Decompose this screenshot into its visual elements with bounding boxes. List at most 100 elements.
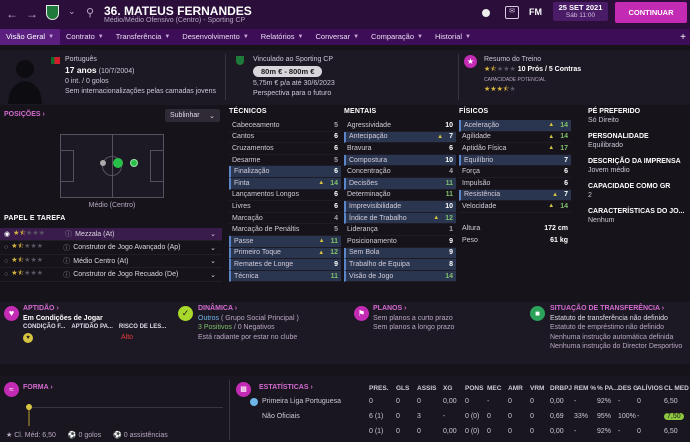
- role-radio[interactable]: ○: [4, 258, 8, 265]
- attribute-row[interactable]: Passe ▲ 11: [229, 235, 341, 248]
- stats-column-header[interactable]: ASSIS: [417, 385, 437, 392]
- attribute-row[interactable]: Aptidão Física ▲ 17: [459, 143, 571, 155]
- stats-column-header[interactable]: DES G: [618, 385, 638, 392]
- stats-cell: 92%: [597, 398, 612, 405]
- attribute-row[interactable]: Imprevisibilidade 10: [344, 201, 456, 213]
- attribute-row[interactable]: Decisões 11: [344, 177, 456, 190]
- attribute-row[interactable]: Liderança 1: [344, 224, 456, 236]
- fitness-card[interactable]: APTIDÃO › Em Condições de Jogar CONDIÇÃO…: [23, 304, 173, 343]
- attribute-row[interactable]: Força 6: [459, 166, 571, 178]
- attribute-row[interactable]: Índice de Trabalho ▲ 12: [344, 212, 456, 225]
- detail-title: CAPACIDADE COMO GR: [588, 183, 671, 190]
- physical-title: FÍSICOS: [459, 108, 489, 115]
- stats-column-header[interactable]: GLS: [396, 385, 409, 392]
- chevron-down-icon[interactable]: ⌄: [68, 6, 76, 17]
- forward-arrow-icon[interactable]: →: [26, 7, 38, 21]
- role-row[interactable]: ◉ ★⯪★★★ ⓘ Mezzala (At) ⌄: [0, 228, 222, 241]
- attribute-row[interactable]: Compostura 10: [344, 154, 456, 167]
- stats-column-header[interactable]: % PA...: [597, 385, 619, 392]
- chevron-down-icon[interactable]: ⌄: [210, 257, 216, 265]
- highlight-dropdown[interactable]: Sublinhar ⌄: [165, 109, 220, 122]
- tab-history[interactable]: Historial ▼: [429, 29, 477, 45]
- stats-column-header[interactable]: VRM: [530, 385, 544, 392]
- attribute-number: 10: [445, 121, 453, 129]
- attribute-row[interactable]: Visão de Jogo 14: [344, 270, 456, 283]
- inbox-icon[interactable]: ✉: [505, 6, 519, 19]
- role-radio[interactable]: ◉: [4, 230, 10, 238]
- attribute-row[interactable]: Posicionamento 9: [344, 236, 456, 248]
- tab-compare[interactable]: Comparação ▼: [365, 29, 429, 45]
- attribute-row[interactable]: Determinação 11: [344, 190, 456, 202]
- stats-column-header[interactable]: ALÍVIOS: [637, 385, 663, 392]
- attribute-row[interactable]: Equilíbrio 7: [459, 154, 571, 167]
- attribute-row[interactable]: Antecipação ▲ 7: [344, 131, 456, 144]
- tab-development[interactable]: Desenvolvimento ▼: [176, 29, 254, 45]
- tab-transfer[interactable]: Transferência ▼: [110, 29, 177, 45]
- fm-logo[interactable]: FM: [529, 7, 542, 17]
- attribute-row[interactable]: Finta ▲ 14: [229, 177, 341, 190]
- stats-competition[interactable]: Não Oficiais: [262, 413, 300, 420]
- chevron-down-icon[interactable]: ⌄: [210, 244, 216, 252]
- club-crest-icon[interactable]: [46, 5, 59, 20]
- attribute-row[interactable]: Livres 6: [229, 201, 341, 213]
- stats-column-header[interactable]: REM %: [574, 385, 596, 392]
- chevron-down-icon[interactable]: ⌄: [210, 230, 216, 238]
- attribute-row[interactable]: Agilidade ▲ 14: [459, 132, 571, 144]
- attribute-name: Impulsão: [462, 179, 491, 187]
- attribute-row[interactable]: Bravura 6: [344, 143, 456, 155]
- role-radio[interactable]: ○: [4, 244, 8, 251]
- stats-column-header[interactable]: PRES.: [369, 385, 389, 392]
- attribute-row[interactable]: Lançamentos Longos 6: [229, 190, 341, 202]
- attribute-row[interactable]: Resistência ▲ 7: [459, 189, 571, 202]
- stats-column-header[interactable]: AMR: [508, 385, 523, 392]
- attribute-row[interactable]: Velocidade ▲ 14: [459, 201, 571, 213]
- role-row[interactable]: ○ ★⯪★★★ ⓘ Construtor de Jogo Avançado (Ap) ⌄: [0, 242, 222, 255]
- attribute-number: 9: [449, 249, 453, 257]
- role-row[interactable]: ○ ★⯪★★★ ⓘ Médio Centro (At) ⌄: [0, 255, 222, 268]
- stats-column-header[interactable]: CL MED: [664, 385, 689, 392]
- attribute-row[interactable]: Sem Bola 9: [344, 247, 456, 260]
- attribute-row[interactable]: Cantos 6: [229, 132, 341, 144]
- arrow-up-icon: ▲: [437, 133, 444, 140]
- attribute-row[interactable]: Remates de Longe 9: [229, 259, 341, 271]
- tab-contract[interactable]: Contrato ▼: [60, 29, 110, 45]
- stats-column-header[interactable]: XG: [443, 385, 452, 392]
- tab-overview[interactable]: Visão Geral ▼: [0, 29, 61, 45]
- attribute-row[interactable]: Concentração 4: [344, 166, 456, 178]
- attribute-row[interactable]: Aceleração ▲ 14: [459, 120, 571, 132]
- continue-button[interactable]: CONTINUAR: [615, 2, 687, 23]
- club-badge-icon[interactable]: [480, 7, 492, 19]
- tab-reports[interactable]: Relatórios ▼: [255, 29, 310, 45]
- attribute-row[interactable]: Finalização 6: [229, 166, 341, 178]
- add-icon[interactable]: +: [680, 32, 686, 43]
- attribute-row[interactable]: Marcação de Penáltis 5: [229, 224, 341, 236]
- chevron-down-icon[interactable]: ⌄: [210, 271, 216, 279]
- positions-title[interactable]: POSIÇÕES ›: [4, 111, 45, 118]
- search-icon[interactable]: ⚲: [86, 6, 94, 19]
- attribute-row[interactable]: Desarme 5: [229, 155, 341, 167]
- back-arrow-icon[interactable]: ←: [6, 7, 18, 21]
- attribute-row[interactable]: Cabeceamento 5: [229, 120, 341, 132]
- stats-competition[interactable]: Primeira Liga Portuguesa: [262, 398, 341, 405]
- stats-title[interactable]: ESTATÍSTICAS ›: [259, 384, 313, 391]
- attribute-number: 14: [330, 179, 338, 187]
- role-radio[interactable]: ○: [4, 271, 8, 278]
- plans-card[interactable]: PLANOS › Sem planos a curto prazo Sem pl…: [373, 304, 523, 333]
- attribute-row[interactable]: Agressividade 10: [344, 120, 456, 132]
- dynamics-card[interactable]: DINÂMICA › Outros ( Grupo Social Princip…: [198, 304, 343, 342]
- tab-talk[interactable]: Conversar ▼: [309, 29, 365, 45]
- attribute-row[interactable]: Trabalho de Equipa 8: [344, 259, 456, 271]
- attribute-row[interactable]: Impulsão 6: [459, 178, 571, 190]
- attribute-row[interactable]: Cruzamentos 6: [229, 143, 341, 155]
- attribute-value: 9: [449, 238, 453, 245]
- form-title[interactable]: FORMA ›: [23, 384, 53, 391]
- height-row: Altura 172 cm: [462, 225, 568, 233]
- attribute-row[interactable]: Marcação 4: [229, 213, 341, 225]
- role-row[interactable]: ○ ★⯪★★★ ⓘ Construtor de Jogo Recuado (De) ⌄: [0, 269, 222, 282]
- attribute-row[interactable]: Técnica 11: [229, 270, 341, 283]
- stats-column-header[interactable]: MEC: [487, 385, 501, 392]
- transfer-status-card[interactable]: SITUAÇÃO DE TRANSFERÊNCIA › Estatuto de …: [550, 304, 688, 352]
- attribute-row[interactable]: Primeiro Toque ▲ 12: [229, 247, 341, 260]
- stats-column-header[interactable]: DRBPJ: [550, 385, 572, 392]
- stats-column-header[interactable]: PONS: [465, 385, 483, 392]
